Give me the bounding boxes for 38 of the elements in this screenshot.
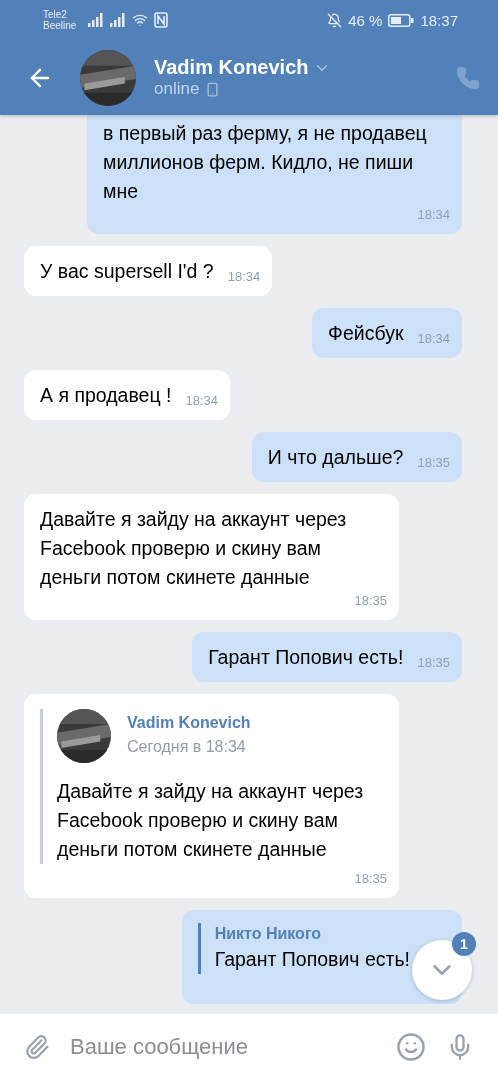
attach-icon[interactable] bbox=[24, 1034, 50, 1060]
message-time: 18:34 bbox=[226, 268, 261, 286]
nfc-icon bbox=[154, 12, 169, 28]
unread-badge: 1 bbox=[452, 932, 476, 956]
message-text: И что дальше? bbox=[267, 445, 404, 470]
battery-percent: 46 % bbox=[348, 11, 383, 29]
reply-author: Никто Никого bbox=[214, 924, 323, 944]
carrier-name: Beeline bbox=[43, 20, 77, 31]
bell-off-icon bbox=[327, 12, 343, 28]
message-time: 18:34 bbox=[416, 206, 450, 224]
message-text: в первый раз ферму, я не продавец миллионов ферм. Кидло, не пиши мне bbox=[103, 121, 428, 204]
wifi-icon bbox=[132, 12, 149, 28]
emoji-icon[interactable] bbox=[396, 1032, 426, 1062]
message-time: 18:35 bbox=[353, 870, 387, 888]
message-time: 18:35 bbox=[353, 592, 387, 610]
message-text: Гарант Попович есть! bbox=[214, 947, 410, 972]
message-time: 18:35 bbox=[416, 654, 450, 672]
message-text: Давайте я зайду на аккаунт через Facebook проверю и скину вам деньги потом скинете данные bbox=[57, 779, 365, 862]
signal-icon bbox=[88, 13, 105, 27]
forward-date: Сегодня в 18:34 bbox=[127, 737, 247, 757]
message-text: Давайте я зайду на аккаунт через Facebook проверю и скину вам деньги потом скинете данные bbox=[40, 507, 348, 590]
phone-device-icon bbox=[205, 81, 221, 97]
message-time: 18:34 bbox=[184, 392, 218, 410]
carrier-name: Tele2 bbox=[43, 9, 68, 20]
message-time: 18:35 bbox=[416, 454, 450, 472]
phone-icon[interactable] bbox=[456, 65, 480, 90]
online-status: online bbox=[154, 79, 200, 99]
signal-icon bbox=[110, 13, 127, 27]
message-text: У вас supersell I'd ? bbox=[40, 259, 214, 284]
message-text: Фейсбук bbox=[328, 321, 404, 346]
forward-author[interactable]: Vadim Konevich bbox=[127, 712, 251, 734]
clock-time: 18:37 bbox=[420, 11, 458, 29]
message-time: 18:34 bbox=[416, 330, 450, 348]
battery-icon bbox=[388, 13, 415, 27]
contact-name[interactable]: Vadim Konevich bbox=[154, 56, 309, 79]
message-input[interactable]: Ваше сообщение bbox=[70, 1034, 376, 1060]
message-text: Гарант Попович есть! bbox=[208, 645, 404, 670]
message-text: А я продавец ! bbox=[40, 383, 172, 408]
